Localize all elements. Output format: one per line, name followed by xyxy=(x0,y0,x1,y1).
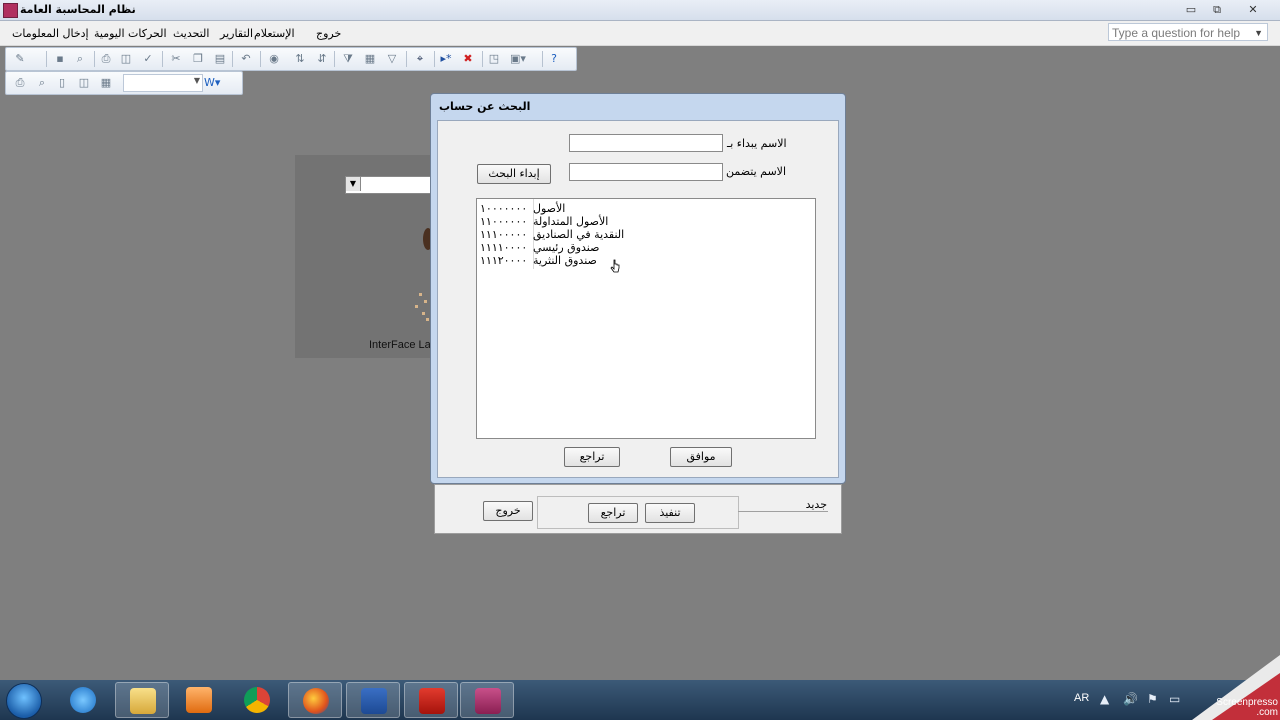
list-item[interactable]: ١٠٠٠٠٠٠٠ الأصول xyxy=(480,202,810,215)
explorer-task-button[interactable] xyxy=(115,682,169,718)
account-code: ١١٠٠٠٠٠٠ xyxy=(480,215,528,228)
list-item[interactable]: ١١٠٠٠٠٠٠ الأصول المتداولة xyxy=(480,215,810,228)
list-item[interactable]: ١١١١٠٠٠٠ صندوق رئيسي xyxy=(480,241,810,254)
access-task-button[interactable] xyxy=(460,682,514,718)
dialog-body: الاسم يبداء بـ الاسم يتضمن إبداء البحث ١… xyxy=(437,120,839,478)
taskbar: AR ▲ 🔊 ⚑ ▭ xyxy=(0,680,1280,720)
file-explorer-icon xyxy=(130,688,156,714)
delete-record-icon[interactable]: ✖ xyxy=(460,51,476,67)
account-code: ١٠٠٠٠٠٠٠ xyxy=(480,202,528,215)
execute-button[interactable]: تنفيذ xyxy=(645,503,695,523)
watermark-line2: .com xyxy=(1256,707,1278,718)
account-code: ١١١٠٠٠٠٠ xyxy=(480,228,528,241)
ok-button[interactable]: موافق xyxy=(670,447,732,467)
starts-with-input[interactable] xyxy=(569,134,723,152)
chrome-icon xyxy=(244,687,270,713)
watermark-text: Screenpresso .com xyxy=(1216,698,1278,718)
start-button[interactable] xyxy=(6,683,42,719)
word-icon xyxy=(361,688,387,714)
chevron-up-icon[interactable]: ▲ xyxy=(1100,692,1109,706)
internet-explorer-icon xyxy=(70,687,96,713)
decor-dot xyxy=(422,312,425,315)
starts-with-label: الاسم يبداء بـ xyxy=(727,137,787,150)
chrome-task-button[interactable] xyxy=(230,682,284,718)
close-button[interactable]: ✕ xyxy=(1242,2,1264,17)
list-item[interactable]: ١١١٠٠٠٠٠ النقدية في الصناديق xyxy=(480,228,810,241)
toolbar-separator xyxy=(482,51,483,67)
decor-dot xyxy=(426,318,429,321)
database-window-icon[interactable]: ◳ xyxy=(486,51,502,67)
dialog-title: البحث عن حساب xyxy=(439,100,531,113)
help-icon[interactable]: ? xyxy=(546,51,562,67)
acrobat-icon xyxy=(419,688,445,714)
exit-button[interactable]: خروج xyxy=(483,501,533,521)
interface-language-label: InterFace Lan xyxy=(369,339,430,351)
decor-dot xyxy=(419,293,422,296)
decor-dot xyxy=(415,305,418,308)
volume-icon[interactable]: 🔊 xyxy=(1123,692,1138,706)
action-box: تراجع تنفيذ xyxy=(537,496,739,529)
account-name: الأصول xyxy=(533,202,566,215)
help-placeholder: Type a question for help xyxy=(1112,26,1241,40)
account-name: النقدية في الصناديق xyxy=(533,228,625,241)
list-item[interactable]: ١١١٢٠٠٠٠ صندوق النثرية xyxy=(480,254,810,267)
flag-icon[interactable]: ⚑ xyxy=(1147,692,1158,706)
account-name: الأصول المتداولة xyxy=(533,215,609,228)
acrobat-task-button[interactable] xyxy=(404,682,458,718)
account-code: ١١١٢٠٠٠٠ xyxy=(480,254,528,267)
chevron-down-icon[interactable]: ▼ xyxy=(346,177,361,191)
decor-dot xyxy=(424,300,427,303)
cancel-button[interactable]: تراجع xyxy=(564,447,620,467)
help-search-input[interactable]: Type a question for help ▼ xyxy=(1108,23,1268,41)
form-footer-panel: خروج تراجع تنفيذ جديد xyxy=(434,484,842,534)
restore-button[interactable]: ⧉ xyxy=(1206,2,1228,17)
minimize-button[interactable]: ▭ xyxy=(1180,2,1202,17)
word-task-button[interactable] xyxy=(346,682,400,718)
results-list[interactable]: ١٠٠٠٠٠٠٠ الأصول ١١٠٠٠٠٠٠ الأصول المتداول… xyxy=(476,198,816,439)
account-name: صندوق رئيسي xyxy=(533,241,600,254)
language-indicator[interactable]: AR xyxy=(1074,692,1089,704)
undo-button[interactable]: تراجع xyxy=(588,503,638,523)
logo-image xyxy=(423,228,430,250)
new-label: جديد xyxy=(805,498,827,511)
media-task-button[interactable] xyxy=(172,682,226,718)
account-name: صندوق النثرية xyxy=(533,254,597,267)
firefox-task-button[interactable] xyxy=(288,682,342,718)
search-account-dialog: البحث عن حساب الاسم يبداء بـ الاسم يتضمن… xyxy=(430,93,846,484)
background-form-clip: ▼ InterFace Lan xyxy=(0,0,430,720)
toolbar-separator xyxy=(542,51,543,67)
contains-input[interactable] xyxy=(569,163,723,181)
new-record-icon[interactable]: ▸* xyxy=(438,51,454,67)
chevron-down-icon[interactable]: ▼ xyxy=(1254,24,1263,42)
media-player-icon xyxy=(186,687,212,713)
new-object-icon[interactable]: ▣▾ xyxy=(510,51,526,67)
account-code: ١١١١٠٠٠٠ xyxy=(480,241,528,254)
firefox-icon xyxy=(303,688,329,714)
mouse-cursor-icon xyxy=(610,259,620,273)
access-icon xyxy=(475,688,501,714)
contains-label: الاسم يتضمن xyxy=(726,165,787,178)
start-search-button[interactable]: إبداء البحث xyxy=(477,164,551,184)
background-dropdown[interactable]: ▼ xyxy=(345,176,430,194)
ie-task-button[interactable] xyxy=(56,682,110,718)
network-icon[interactable]: ▭ xyxy=(1169,692,1180,706)
toolbar-separator xyxy=(434,51,435,67)
